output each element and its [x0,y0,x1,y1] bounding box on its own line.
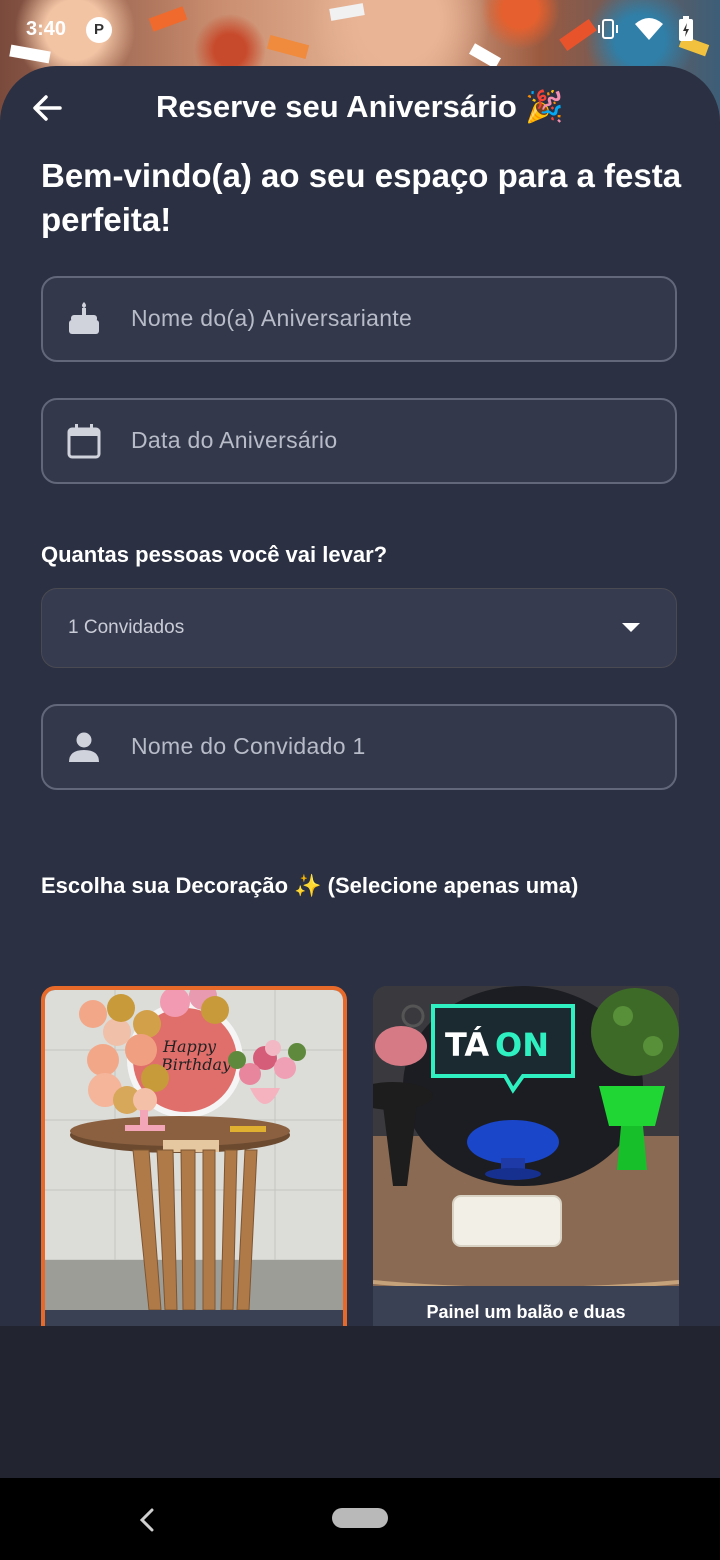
app-bar: Reserve seu Aniversário 🎉 [0,66,720,150]
system-home-pill[interactable] [332,1508,388,1528]
guests-question: Quantas pessoas você vai levar? [41,542,388,567]
svg-text:Birthday: Birthday [160,1055,232,1074]
vibrate-icon [598,19,618,39]
status-bar: 3:40 P [0,0,720,62]
svg-text:Happy: Happy [162,1037,217,1056]
birthday-date-placeholder: Data do Aniversário [131,427,338,453]
decoration-card-1[interactable]: Happy Birthday [41,986,347,1326]
decoration-photo-ta-on: TÁ ON [373,986,679,1286]
cake-icon [69,302,99,334]
dropdown-arrow-icon [622,623,640,632]
decoration-card-2[interactable]: TÁ ON Painel um balão e duas [373,986,679,1326]
svg-text:ON: ON [495,1026,549,1064]
main-sheet: Reserve seu Aniversário 🎉 Bem-vindo(a) a… [0,66,720,1326]
guest-name-placeholder: Nome do Convidado 1 [131,733,366,759]
birthday-person-name-field[interactable]: Nome do(a) Aniversariante [41,276,677,362]
person-icon [69,732,99,762]
decoration-heading: Escolha sua Decoração ✨ (Selecione apena… [41,873,579,898]
bottom-panel [0,1326,720,1478]
wifi-icon [635,18,663,40]
decoration-cards: Happy Birthday TÁ ON Painel um balão e d… [0,986,720,1326]
page-title: Reserve seu Aniversário 🎉 [156,89,564,124]
guest-name-field[interactable]: Nome do Convidado 1 [41,704,677,790]
decoration-photo-birthday: Happy Birthday [45,990,343,1310]
battery-icon [679,16,693,41]
welcome-heading: Bem-vindo(a) ao seu espaço para a festa … [41,157,682,238]
status-time: 3:40 [26,18,67,40]
birthday-date-field[interactable]: Data do Aniversário [41,398,677,484]
system-navigation-bar [0,1478,720,1560]
chevron-left-icon [139,1508,154,1532]
svg-text:TÁ: TÁ [445,1026,489,1064]
app-notification-icon: P [86,17,112,43]
system-back-button[interactable] [134,1500,160,1540]
status-icons [596,16,694,42]
decoration-card-2-caption: Painel um balão e duas [426,1302,626,1322]
guest-count-dropdown[interactable]: 1 Convidados [41,588,677,668]
calendar-icon [67,424,101,459]
guest-count-value: 1 Convidados [68,617,185,638]
birthday-person-name-placeholder: Nome do(a) Aniversariante [131,305,413,331]
